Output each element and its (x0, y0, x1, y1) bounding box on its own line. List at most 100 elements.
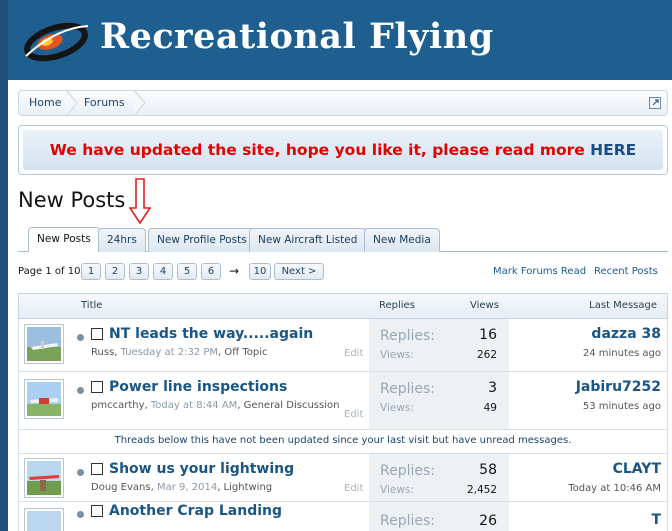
thread-forum[interactable]: Lightwing (224, 482, 273, 493)
replies-label: Replies: (380, 381, 436, 397)
thread-title[interactable]: Show us your lightwing (109, 461, 294, 477)
red-arrow-annotation-icon (129, 178, 151, 224)
replies-label: Replies: (380, 463, 436, 479)
site-notice: We have updated the site, hope you like … (18, 125, 668, 175)
thread-date: Today at 8:44 AM (150, 400, 238, 411)
replies-label: Replies: (380, 328, 436, 344)
thread-select-checkbox[interactable] (91, 328, 103, 340)
unread-indicator-icon (77, 511, 84, 518)
thread-stats: Replies: 58 Views: 2,452 (369, 454, 509, 501)
thread-select-checkbox[interactable] (91, 381, 103, 393)
page-count-label: Page 1 of 10 (18, 266, 81, 277)
thread-date: Mar 9, 2014 (156, 482, 218, 493)
edit-link[interactable]: Edit (344, 348, 363, 359)
thread-title[interactable]: Another Crap Landing (109, 503, 282, 519)
last-message-user[interactable]: T (651, 512, 661, 528)
thread-stats: Replies: 16 Views: 262 (369, 319, 509, 371)
notice-link[interactable]: HERE (590, 141, 636, 159)
unread-indicator-icon (77, 334, 84, 341)
views-label: Views: (380, 402, 414, 414)
main-content: Home Forums We have updated the site, ho… (8, 80, 672, 531)
replies-count: 26 (479, 513, 497, 529)
thread-title[interactable]: Power line inspections (109, 379, 287, 395)
page-button[interactable]: 1 (81, 263, 101, 280)
last-message-user[interactable]: dazza 38 (591, 326, 661, 342)
site-title[interactable]: Recreational Flying (100, 16, 494, 57)
notice-text: We have updated the site, hope you like … (49, 141, 591, 159)
thread-meta: Doug Evans, Mar 9, 2014, Lightwing (91, 482, 273, 493)
avatar[interactable] (24, 508, 64, 531)
edit-link[interactable]: Edit (344, 409, 363, 420)
logo-icon (24, 22, 89, 62)
last-page-button[interactable]: 10 (249, 263, 271, 280)
thread-author[interactable]: pmccarthy (91, 400, 145, 411)
tab-new-posts[interactable]: New Posts (28, 227, 100, 252)
tab-new-aircraft-listed[interactable]: New Aircraft Listed (249, 228, 367, 252)
next-page-button[interactable]: Next > (274, 263, 324, 280)
breadcrumb-chevron-icon (65, 90, 78, 116)
thread-date: Tuesday at 2:32 PM (120, 347, 219, 358)
avatar[interactable] (24, 458, 64, 498)
last-message-user[interactable]: Jabiru7252 (576, 379, 661, 395)
views-label: Views: (380, 349, 414, 361)
thread-stats: Replies: 26 (369, 502, 509, 531)
page-button[interactable]: 3 (129, 263, 149, 280)
views-count: 49 (483, 402, 497, 414)
last-message-time[interactable]: 24 minutes ago (583, 348, 661, 359)
jump-to-icon[interactable] (649, 97, 661, 109)
thread-row: NT leads the way.....again Russ, Tuesday… (18, 319, 668, 372)
breadcrumb-forums[interactable]: Forums (84, 91, 125, 115)
page-navigation: Page 1 of 10 1 2 3 4 5 6 → 10 Next > Mar… (18, 263, 668, 283)
replies-count: 16 (479, 327, 497, 343)
thread-list-header: Title Replies Views Last Message (18, 293, 668, 319)
thread-stats: Replies: 3 Views: 49 (369, 372, 509, 429)
thread-row: Power line inspections pmccarthy, Today … (18, 372, 668, 430)
replies-count: 58 (479, 462, 497, 478)
tab-bar: New Posts 24hrs New Profile Posts New Ai… (18, 226, 668, 252)
column-views[interactable]: Views (470, 300, 499, 311)
left-window-edge (0, 0, 8, 531)
page-title: New Posts (18, 188, 126, 212)
thread-forum[interactable]: Off Topic (224, 347, 267, 358)
tab-new-profile-posts[interactable]: New Profile Posts (148, 228, 256, 252)
thread-author[interactable]: Doug Evans (91, 482, 151, 493)
page-jump-arrow: → (229, 264, 240, 278)
replies-count: 3 (488, 380, 497, 396)
column-replies[interactable]: Replies (379, 300, 415, 311)
views-label: Views: (380, 484, 414, 496)
page-button[interactable]: 5 (177, 263, 197, 280)
recent-posts-link[interactable]: Recent Posts (594, 266, 658, 277)
column-title[interactable]: Title (81, 300, 102, 311)
thread-row: Show us your lightwing Doug Evans, Mar 9… (18, 454, 668, 502)
breadcrumb-home[interactable]: Home (29, 91, 61, 115)
page-button[interactable]: 2 (105, 263, 125, 280)
breadcrumb-chevron-icon (133, 90, 146, 116)
avatar[interactable] (24, 379, 64, 419)
breadcrumb: Home Forums (18, 90, 668, 116)
thread-forum[interactable]: General Discussion (244, 400, 340, 411)
edit-link[interactable]: Edit (344, 483, 363, 494)
last-message-time[interactable]: Today at 10:46 AM (568, 483, 661, 494)
thread-select-checkbox[interactable] (91, 463, 103, 475)
views-count: 262 (476, 349, 497, 361)
page-button[interactable]: 4 (153, 263, 173, 280)
thread-select-checkbox[interactable] (91, 505, 103, 517)
thread-row: Another Crap Landing Replies: 26 T (18, 502, 668, 531)
mark-forums-read-link[interactable]: Mark Forums Read (493, 266, 586, 277)
tab-new-media[interactable]: New Media (364, 228, 440, 252)
thread-meta: pmccarthy, Today at 8:44 AM, General Dis… (91, 400, 340, 411)
last-message-time[interactable]: 53 minutes ago (583, 401, 661, 412)
unread-indicator-icon (77, 387, 84, 394)
replies-label: Replies: (380, 513, 436, 529)
thread-title[interactable]: NT leads the way.....again (109, 326, 313, 342)
tab-24hrs[interactable]: 24hrs (98, 228, 146, 252)
views-count: 2,452 (466, 484, 497, 496)
last-message-user[interactable]: CLAYT (613, 461, 661, 477)
thread-meta: Russ, Tuesday at 2:32 PM, Off Topic (91, 347, 268, 358)
site-header: Recreational Flying (8, 0, 672, 80)
avatar[interactable] (24, 324, 64, 364)
page-button[interactable]: 6 (201, 263, 221, 280)
unread-separator-message: Threads below this have not been updated… (18, 430, 668, 454)
thread-author[interactable]: Russ (91, 347, 114, 358)
column-last-message[interactable]: Last Message (589, 300, 657, 311)
